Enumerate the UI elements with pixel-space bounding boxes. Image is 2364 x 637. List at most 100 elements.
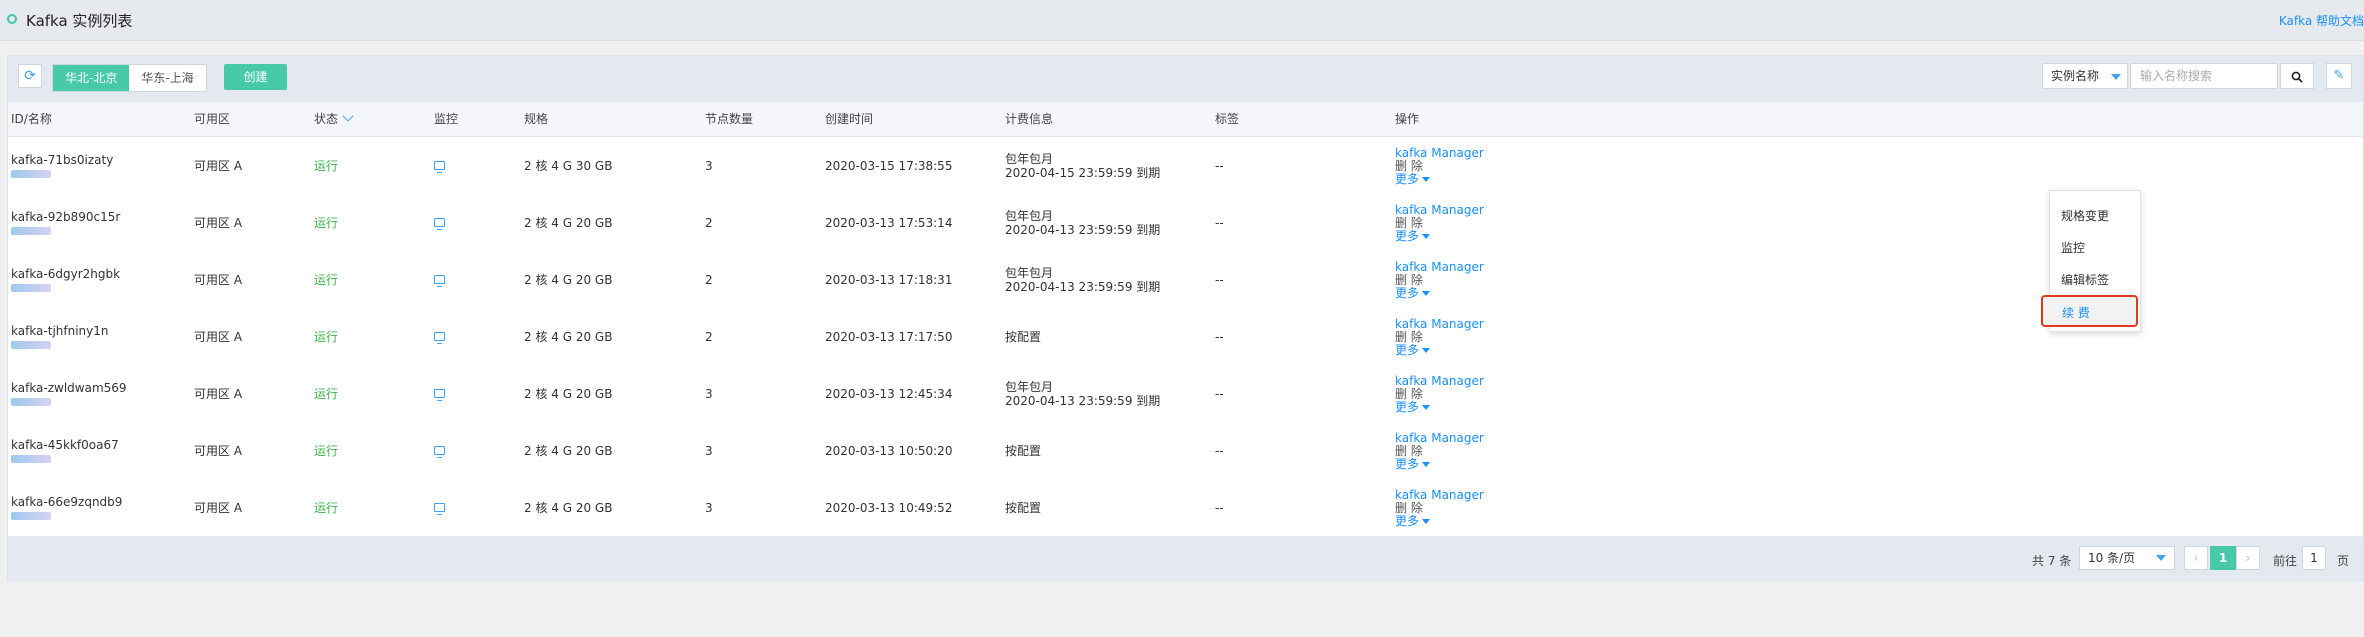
- monitor-icon[interactable]: [434, 218, 445, 230]
- node-count-cell: 2: [705, 329, 713, 344]
- monitor-icon[interactable]: [434, 389, 445, 401]
- instance-id-cell: kafka-45kkf0oa67: [11, 422, 119, 479]
- kafka-manager-link[interactable]: kafka Manager: [1395, 317, 1484, 331]
- monitor-cell[interactable]: [434, 308, 445, 365]
- more-label: 更多: [1395, 399, 1420, 414]
- more-label: 更多: [1395, 171, 1420, 186]
- status-text: 运行: [314, 159, 339, 173]
- instance-id[interactable]: kafka-6dgyr2hgbk: [11, 267, 120, 281]
- billing-type: 按配置: [1005, 329, 1042, 344]
- monitor-icon[interactable]: [434, 446, 445, 458]
- more-actions-toggle[interactable]: 更多: [1395, 285, 1484, 300]
- monitor-cell[interactable]: [434, 137, 445, 194]
- instance-id-cell: kafka-6dgyr2hgbk: [11, 251, 120, 308]
- monitor-icon[interactable]: [434, 275, 445, 287]
- page-unit-label: 页: [2337, 554, 2350, 568]
- zone-cell: 可用区 A: [194, 501, 243, 515]
- kafka-manager-link[interactable]: kafka Manager: [1395, 431, 1484, 445]
- more-label: 更多: [1395, 456, 1420, 471]
- instance-id-cell: kafka-66e9zqndb9: [11, 479, 122, 536]
- more-actions-toggle[interactable]: 更多: [1395, 456, 1484, 471]
- title-dot-icon: [7, 14, 17, 24]
- monitor-cell[interactable]: [434, 422, 445, 479]
- spec-cell: 2 核 4 G 20 GB: [524, 216, 613, 230]
- created-time-cell: 2020-03-15 17:38:55: [825, 158, 953, 173]
- billing-cell: 包年包月 2020-04-13 23:59:59 到期: [1005, 194, 1160, 251]
- menu-item-monitor[interactable]: 监控: [2061, 239, 2085, 256]
- instance-id[interactable]: kafka-92b890c15r: [11, 210, 120, 224]
- prev-page-button[interactable]: ‹: [2184, 546, 2208, 570]
- col-header-tags: 标签: [1215, 112, 1240, 126]
- status-text: 运行: [314, 444, 339, 458]
- create-button[interactable]: 创建: [224, 64, 287, 90]
- refresh-button[interactable]: ⟳: [18, 64, 42, 88]
- instance-id[interactable]: kafka-71bs0izaty: [11, 153, 113, 167]
- tags-cell: --: [1215, 329, 1224, 344]
- menu-item-renew-label: 续 费: [2062, 306, 2090, 320]
- col-header-zone: 可用区: [194, 112, 231, 126]
- more-actions-toggle[interactable]: 更多: [1395, 513, 1484, 528]
- zone-cell: 可用区 A: [194, 273, 243, 287]
- page-number-current[interactable]: 1: [2210, 546, 2236, 570]
- spec-cell: 2 核 4 G 20 GB: [524, 501, 613, 515]
- created-time-cell: 2020-03-13 17:17:50: [825, 329, 953, 344]
- status-text: 运行: [314, 216, 339, 230]
- more-label: 更多: [1395, 285, 1420, 300]
- more-actions-toggle[interactable]: 更多: [1395, 399, 1484, 414]
- node-count-cell: 3: [705, 500, 713, 515]
- instance-name-redacted: [11, 170, 51, 178]
- menu-item-edit-tags[interactable]: 编辑标签: [2061, 271, 2109, 288]
- more-actions-toggle[interactable]: 更多: [1395, 229, 1484, 243]
- menu-item-renew[interactable]: 续 费: [2041, 295, 2138, 327]
- more-actions-toggle[interactable]: 更多: [1395, 343, 1484, 357]
- status-text: 运行: [314, 387, 339, 401]
- kafka-manager-link[interactable]: kafka Manager: [1395, 260, 1484, 274]
- search-button[interactable]: [2280, 63, 2314, 89]
- menu-item-resize[interactable]: 规格变更: [2061, 207, 2109, 224]
- more-label: 更多: [1395, 513, 1420, 528]
- monitor-cell[interactable]: [434, 479, 445, 536]
- more-actions-toggle[interactable]: 更多: [1395, 171, 1484, 186]
- search-field-select[interactable]: 实例名称: [2042, 63, 2128, 89]
- kafka-manager-link[interactable]: kafka Manager: [1395, 203, 1484, 217]
- monitor-cell[interactable]: [434, 194, 445, 251]
- region-switcher: 华北-北京 华东-上海: [52, 64, 207, 92]
- instance-id-cell: kafka-92b890c15r: [11, 194, 120, 251]
- monitor-icon[interactable]: [434, 161, 445, 173]
- monitor-icon[interactable]: [434, 503, 445, 515]
- instance-name-redacted: [11, 455, 51, 463]
- created-time-cell: 2020-03-13 10:49:52: [825, 500, 953, 515]
- table-row: kafka-71bs0izaty 可用区 A 运行 2 核 4 G 30 GB 3 202…: [8, 137, 2363, 195]
- instance-id[interactable]: kafka-tjhfniny1n: [11, 324, 109, 338]
- billing-type: 包年包月: [1005, 151, 1054, 166]
- region-tab-shanghai[interactable]: 华东-上海: [129, 65, 205, 91]
- col-header-status[interactable]: 状态: [314, 102, 354, 136]
- search-icon: [2291, 71, 2303, 83]
- billing-type: 包年包月: [1005, 208, 1054, 223]
- region-tab-beijing[interactable]: 华北-北京: [53, 65, 130, 91]
- instance-id-cell: kafka-zwldwam569: [11, 365, 127, 422]
- created-time-cell: 2020-03-13 10:50:20: [825, 443, 953, 458]
- billing-cell: 按配置: [1005, 308, 1041, 365]
- monitor-cell[interactable]: [434, 365, 445, 422]
- monitor-cell[interactable]: [434, 251, 445, 308]
- actions-cell: kafka Manager 删 除更多: [1395, 365, 1484, 422]
- kafka-manager-link[interactable]: kafka Manager: [1395, 146, 1484, 160]
- page-size-select[interactable]: 10 条/页: [2079, 546, 2175, 570]
- next-page-button[interactable]: ›: [2236, 546, 2260, 570]
- goto-page-input[interactable]: 1: [2302, 546, 2326, 570]
- chevron-down-icon: [1422, 347, 1431, 353]
- instance-id[interactable]: kafka-45kkf0oa67: [11, 438, 119, 452]
- kafka-manager-link[interactable]: kafka Manager: [1395, 488, 1484, 502]
- col-header-nodes: 节点数量: [705, 112, 754, 126]
- billing-type: 包年包月: [1005, 265, 1054, 280]
- instance-name-redacted: [11, 341, 51, 349]
- instance-id[interactable]: kafka-zwldwam569: [11, 381, 127, 395]
- kafka-manager-link[interactable]: kafka Manager: [1395, 374, 1484, 388]
- column-settings-button[interactable]: ✎: [2326, 63, 2352, 89]
- search-input[interactable]: 输入名称搜索: [2130, 63, 2278, 89]
- actions-cell: kafka Manager 删 除更多: [1395, 251, 1484, 308]
- help-doc-link[interactable]: Kafka 帮助文档: [2279, 12, 2364, 29]
- instance-id[interactable]: kafka-66e9zqndb9: [11, 495, 122, 509]
- monitor-icon[interactable]: [434, 332, 445, 344]
